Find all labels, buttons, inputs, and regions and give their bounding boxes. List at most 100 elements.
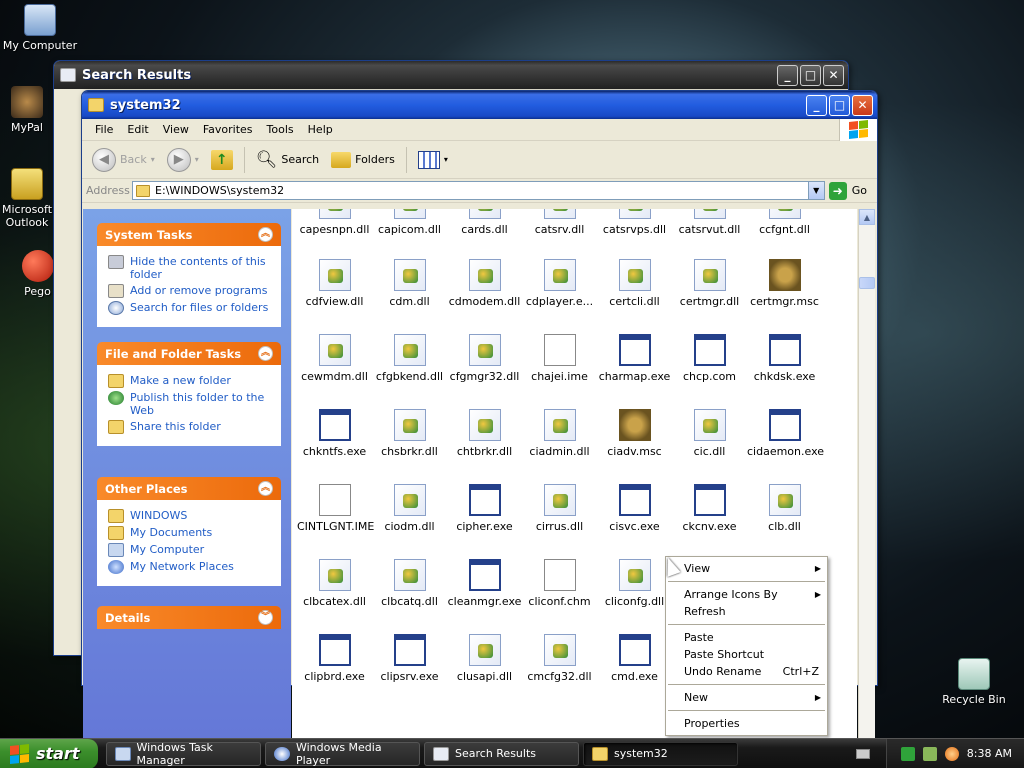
place-my-network[interactable]: My Network Places — [108, 560, 272, 574]
file-item[interactable]: cirrus.dll — [522, 484, 597, 533]
green-tray-icon[interactable] — [900, 746, 915, 761]
file-item[interactable]: ciadv.msc — [597, 409, 672, 458]
menu-item-refresh[interactable]: Refresh — [666, 603, 827, 620]
desktop-icon-my-computer[interactable]: My Computer — [0, 4, 80, 52]
task-search-files[interactable]: Search for files or folders — [108, 301, 272, 315]
menu-item-properties[interactable]: Properties — [666, 715, 827, 732]
menu-edit[interactable]: Edit — [120, 121, 155, 138]
file-item[interactable]: capesnpn.dll — [297, 209, 372, 236]
file-item[interactable]: clipbrd.exe — [297, 634, 372, 683]
place-windows[interactable]: WINDOWS — [108, 509, 272, 523]
menu-favorites[interactable]: Favorites — [196, 121, 260, 138]
file-item[interactable]: charmap.exe — [597, 334, 672, 383]
keyboard-tray-icon[interactable] — [856, 748, 870, 759]
views-button[interactable]: ▾ — [414, 149, 452, 171]
search-titlebar[interactable]: Search Results _ □ ✕ — [54, 61, 848, 89]
task-share-folder[interactable]: Share this folder — [108, 420, 272, 434]
file-item[interactable]: cmcfg32.dll — [522, 634, 597, 683]
file-item[interactable]: clbcatq.dll — [372, 559, 447, 608]
maximize-button[interactable]: □ — [800, 64, 821, 86]
address-input[interactable]: E:\WINDOWS\system32 ▼ — [132, 181, 825, 200]
file-item[interactable]: chkdsk.exe — [747, 334, 822, 383]
vertical-scrollbar[interactable]: ▲ ▼ — [858, 209, 875, 768]
file-folder-tasks-header[interactable]: File and Folder Tasks ︽ — [97, 342, 281, 365]
maximize-button[interactable]: □ — [829, 94, 850, 116]
minimize-button[interactable]: _ — [806, 94, 827, 116]
file-item[interactable]: cards.dll — [447, 209, 522, 236]
file-item[interactable]: chkntfs.exe — [297, 409, 372, 458]
file-item[interactable]: CINTLGNT.IME — [297, 484, 374, 533]
back-dropdown-icon[interactable]: ▾ — [151, 155, 155, 164]
menu-item-arrange-icons[interactable]: Arrange Icons By ▶ — [666, 586, 827, 603]
file-item[interactable]: cliconfg.dll — [597, 559, 672, 608]
menu-item-new[interactable]: New ▶ — [666, 689, 827, 706]
file-item[interactable]: ciadmin.dll — [522, 409, 597, 458]
file-item[interactable]: certmgr.msc — [747, 259, 822, 308]
file-item[interactable]: cipher.exe — [447, 484, 522, 533]
file-item[interactable]: cfgbkend.dll — [372, 334, 447, 383]
details-header[interactable]: Details ︾ — [97, 606, 281, 629]
other-places-header[interactable]: Other Places ︽ — [97, 477, 281, 500]
forward-button[interactable]: ▶ ▾ — [163, 146, 203, 174]
file-item[interactable]: cliconf.chm — [522, 559, 597, 608]
file-item[interactable]: chtbrkr.dll — [447, 409, 522, 458]
system-tasks-header[interactable]: System Tasks ︽ — [97, 223, 281, 246]
go-button[interactable]: ➜ Go — [828, 181, 873, 200]
collapse-chevron-icon[interactable]: ︽ — [258, 481, 273, 496]
file-item[interactable]: capicom.dll — [372, 209, 447, 236]
file-item[interactable]: clbcatex.dll — [297, 559, 372, 608]
file-item[interactable]: certcli.dll — [597, 259, 672, 308]
taskbar-item-task-manager[interactable]: Windows Task Manager — [106, 741, 261, 767]
place-my-documents[interactable]: My Documents — [108, 526, 272, 540]
minimize-button[interactable]: _ — [777, 64, 798, 86]
file-item[interactable]: cdplayer.e... — [522, 259, 597, 308]
file-item[interactable]: catsrvut.dll — [672, 209, 747, 236]
file-item[interactable]: clusapi.dll — [447, 634, 522, 683]
file-item[interactable]: cfgmgr32.dll — [447, 334, 522, 383]
collapse-chevron-icon[interactable]: ︽ — [258, 227, 273, 242]
task-make-folder[interactable]: Make a new folder — [108, 374, 272, 388]
file-item[interactable]: ckcnv.exe — [672, 484, 747, 533]
file-item[interactable]: chajei.ime — [522, 334, 597, 383]
file-item[interactable]: clb.dll — [747, 484, 822, 533]
file-item[interactable]: cewmdm.dll — [297, 334, 372, 383]
file-item[interactable]: cmd.exe — [597, 634, 672, 683]
collapse-chevron-icon[interactable]: ︽ — [258, 346, 273, 361]
menu-file[interactable]: File — [88, 121, 120, 138]
menu-item-paste-shortcut[interactable]: Paste Shortcut — [666, 646, 827, 663]
menu-tools[interactable]: Tools — [260, 121, 301, 138]
menu-help[interactable]: Help — [301, 121, 340, 138]
file-item[interactable]: clipsrv.exe — [372, 634, 447, 683]
menu-view[interactable]: View — [156, 121, 196, 138]
menu-item-paste[interactable]: Paste — [666, 629, 827, 646]
file-item[interactable]: catsrv.dll — [522, 209, 597, 236]
file-item[interactable]: cidaemon.exe — [747, 409, 824, 458]
network-tray-icon[interactable] — [922, 746, 937, 761]
menu-item-view[interactable]: View ▶ — [666, 560, 827, 577]
desktop-icon-mypal[interactable]: MyPal — [0, 86, 54, 134]
start-button[interactable]: start — [0, 738, 98, 768]
file-item[interactable]: cdm.dll — [372, 259, 447, 308]
file-item[interactable]: ciodm.dll — [372, 484, 447, 533]
place-my-computer[interactable]: My Computer — [108, 543, 272, 557]
task-add-remove-programs[interactable]: Add or remove programs — [108, 284, 272, 298]
file-item[interactable]: catsrvps.dll — [597, 209, 672, 236]
expand-chevron-icon[interactable]: ︾ — [258, 610, 273, 625]
file-item[interactable]: certmgr.dll — [672, 259, 747, 308]
close-button[interactable]: ✕ — [852, 94, 873, 116]
taskbar-item-system32[interactable]: system32 — [583, 741, 738, 766]
search-button[interactable]: 🔍︎ Search — [252, 148, 323, 172]
file-item[interactable]: chcp.com — [672, 334, 747, 383]
menu-item-undo-rename[interactable]: Undo Rename Ctrl+Z — [666, 663, 827, 680]
taskbar-item-media-player[interactable]: Windows Media Player — [265, 741, 420, 767]
scroll-thumb[interactable] — [859, 277, 875, 289]
up-folder-button[interactable]: ↑ — [207, 148, 237, 172]
file-item[interactable]: cdfview.dll — [297, 259, 372, 308]
scroll-up-arrow-icon[interactable]: ▲ — [859, 209, 875, 225]
folders-button[interactable]: Folders — [327, 150, 399, 170]
taskbar-item-search-results[interactable]: Search Results — [424, 741, 579, 766]
file-item[interactable]: cdmodem.dll — [447, 259, 522, 308]
close-button[interactable]: ✕ — [823, 64, 844, 86]
task-publish-web[interactable]: Publish this folder to the Web — [108, 391, 272, 417]
explorer-titlebar[interactable]: system32 _ □ ✕ — [82, 91, 877, 119]
